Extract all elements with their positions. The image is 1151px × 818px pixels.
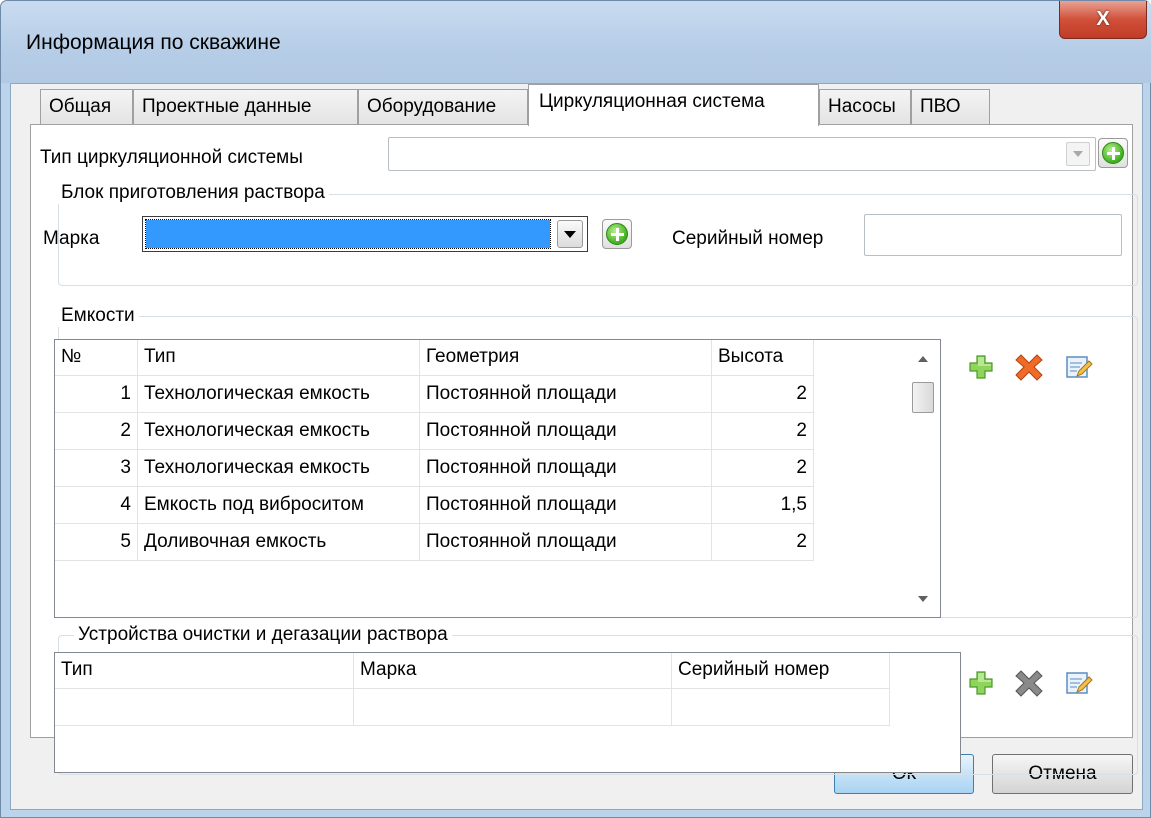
column-header-type[interactable]: Тип — [55, 653, 354, 689]
scroll-thumb[interactable] — [912, 382, 934, 413]
cleaning-title: Устройства очистки и дегазации раствора — [74, 624, 452, 646]
add-circ-system-button[interactable] — [1098, 138, 1128, 168]
cell-type: Технологическая емкость — [138, 376, 420, 413]
column-header-serial[interactable]: Серийный номер — [672, 653, 890, 689]
brand-selection — [145, 219, 551, 249]
chevron-down-icon[interactable] — [1066, 142, 1090, 166]
column-header-brand[interactable]: Марка — [354, 653, 672, 689]
cell-geometry: Постоянной площади — [420, 413, 712, 450]
brand-label: Марка — [43, 228, 100, 249]
cell-type: Доливочная емкость — [138, 524, 420, 561]
dialog-body: Общая Проектные данные Оборудование Цирк… — [10, 83, 1143, 810]
delete-icon — [1015, 670, 1043, 697]
tab-equipment[interactable]: Оборудование — [358, 89, 528, 125]
tab-general[interactable]: Общая — [40, 89, 133, 125]
serial-number-input[interactable] — [864, 214, 1122, 256]
delete-icon[interactable] — [1014, 352, 1044, 382]
tanks-grid[interactable]: № Тип Геометрия Высота 1 Технологическая… — [54, 339, 941, 618]
cell-geometry: Постоянной площади — [420, 524, 712, 561]
scroll-up-icon[interactable] — [918, 356, 928, 362]
circ-system-type-combo[interactable] — [388, 137, 1096, 171]
cell-height: 2 — [712, 376, 814, 413]
window-title: Информация по скважине — [26, 31, 281, 54]
plus-circle-icon — [606, 223, 628, 245]
cell-type: Емкость под виброситом — [138, 487, 420, 524]
cell-type: Технологическая емкость — [138, 450, 420, 487]
cell-number: 2 — [55, 413, 138, 450]
cell-type: Технологическая емкость — [138, 413, 420, 450]
cell-number: 5 — [55, 524, 138, 561]
close-icon: X — [1096, 8, 1110, 30]
empty-cell[interactable] — [354, 689, 672, 726]
circ-system-type-label: Тип циркуляционной системы — [40, 147, 303, 168]
cell-geometry: Постоянной площади — [420, 376, 712, 413]
cell-number: 1 — [55, 376, 138, 413]
edit-icon[interactable] — [1063, 352, 1093, 382]
column-header-number[interactable]: № — [55, 340, 138, 376]
empty-cell[interactable] — [55, 689, 354, 726]
column-header-geometry[interactable]: Геометрия — [420, 340, 712, 376]
title-bar: Информация по скважине X — [1, 1, 1151, 83]
circulation-tab-panel: Тип циркуляционной системы Блок приготов… — [30, 124, 1138, 775]
edit-icon[interactable] — [1063, 668, 1093, 698]
add-icon[interactable] — [966, 352, 996, 382]
cell-number: 4 — [55, 487, 138, 524]
column-header-height[interactable]: Высота — [712, 340, 814, 376]
column-header-type[interactable]: Тип — [138, 340, 420, 376]
cell-height: 2 — [712, 524, 814, 561]
tab-pumps[interactable]: Насосы — [819, 89, 911, 125]
cell-geometry: Постоянной площади — [420, 487, 712, 524]
mix-block-title: Блок приготовления раствора — [57, 182, 329, 204]
tab-circulation-system[interactable]: Циркуляционная система — [528, 84, 819, 126]
tanks-scrollbar[interactable] — [908, 340, 938, 617]
dialog-window: Информация по скважине X Общая Проектные… — [0, 0, 1151, 818]
tab-project-data[interactable]: Проектные данные — [133, 89, 358, 125]
cell-number: 3 — [55, 450, 138, 487]
cell-height: 2 — [712, 450, 814, 487]
empty-cell[interactable] — [672, 689, 890, 726]
close-button[interactable]: X — [1059, 1, 1147, 39]
add-icon[interactable] — [966, 668, 996, 698]
scroll-down-icon[interactable] — [918, 596, 928, 602]
brand-combo[interactable] — [142, 216, 588, 252]
cell-height: 2 — [712, 413, 814, 450]
tanks-title: Емкости — [57, 305, 139, 327]
add-brand-button[interactable] — [602, 219, 632, 249]
tab-bop[interactable]: ПВО — [911, 89, 990, 125]
serial-number-label: Серийный номер — [672, 228, 824, 249]
cleaning-grid[interactable]: Тип Марка Серийный номер — [54, 652, 961, 773]
plus-circle-icon — [1102, 142, 1124, 164]
cell-height: 1,5 — [712, 487, 814, 524]
chevron-down-icon[interactable] — [557, 220, 583, 248]
cell-geometry: Постоянной площади — [420, 450, 712, 487]
